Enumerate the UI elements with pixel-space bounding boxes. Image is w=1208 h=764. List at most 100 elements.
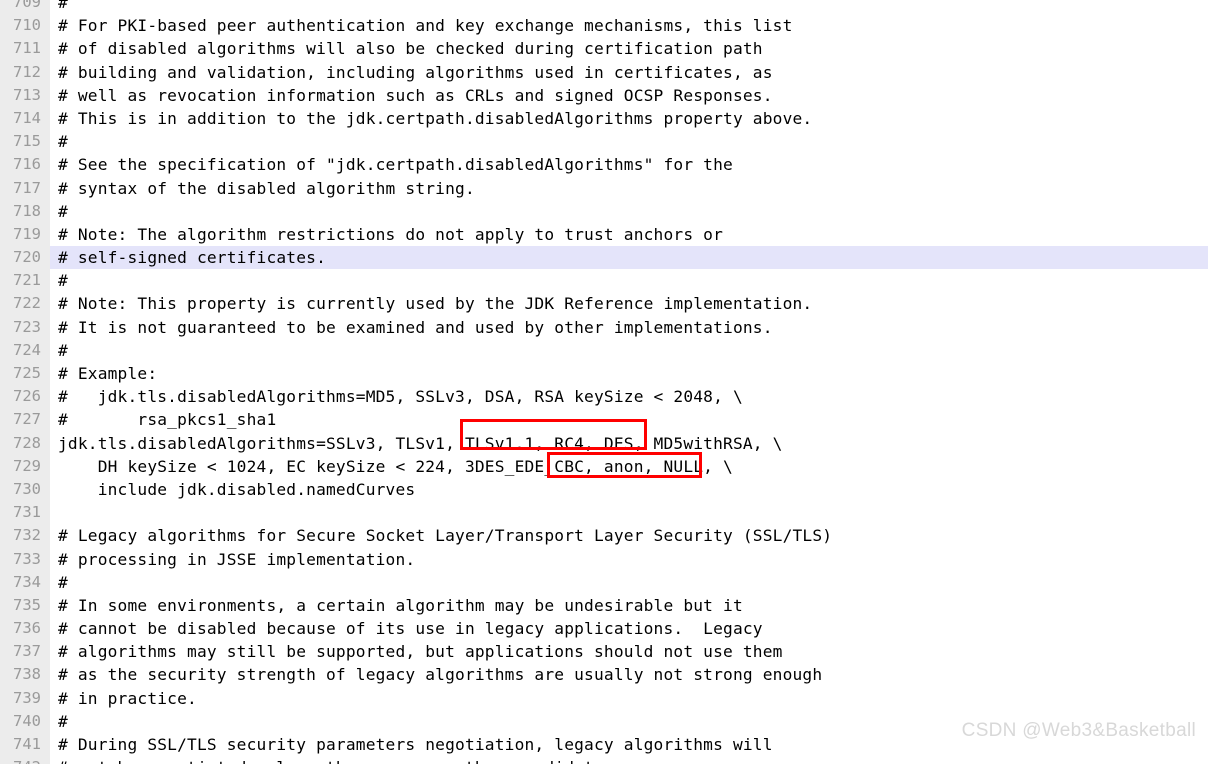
code-line-text[interactable]: # In some environments, a certain algori… — [50, 594, 1208, 617]
code-line-text[interactable]: # building and validation, including alg… — [50, 61, 1208, 84]
line-number: 738 — [0, 663, 50, 687]
line-number: 727 — [0, 408, 50, 432]
code-line[interactable]: 725 # Example: — [0, 362, 1208, 386]
code-line-text[interactable]: # as the security strength of legacy alg… — [50, 663, 1208, 686]
code-line-text[interactable]: # rsa_pkcs1_sha1 — [50, 408, 1208, 431]
code-line-text[interactable]: # cannot be disabled because of its use … — [50, 617, 1208, 640]
line-number: 741 — [0, 733, 50, 757]
code-line-text[interactable]: # For PKI-based peer authentication and … — [50, 14, 1208, 37]
code-line[interactable]: 733 # processing in JSSE implementation. — [0, 547, 1208, 571]
code-line[interactable]: 718 # — [0, 199, 1208, 223]
code-line[interactable]: 710 # For PKI-based peer authentication a… — [0, 14, 1208, 38]
code-line-text[interactable]: # self-signed certificates. — [50, 246, 1208, 269]
code-editor[interactable]: 709 #710 # For PKI-based peer authenticati… — [0, 0, 1208, 764]
line-number: 719 — [0, 222, 50, 247]
line-number: 712 — [0, 60, 50, 84]
line-number: 733 — [0, 547, 50, 571]
line-number: 730 — [0, 477, 50, 502]
code-line[interactable]: 721 # — [0, 269, 1208, 293]
code-line-text[interactable]: # This is in addition to the jdk.certpat… — [50, 107, 1208, 130]
line-number: 717 — [0, 176, 50, 200]
csdn-watermark: CSDN @Web3&Basketball — [961, 720, 1196, 741]
line-number: 721 — [0, 269, 50, 293]
line-number: 713 — [0, 83, 50, 107]
code-line-text[interactable]: # syntax of the disabled algorithm strin… — [50, 177, 1208, 200]
line-number: 739 — [0, 686, 50, 710]
code-line[interactable]: 709 # — [0, 0, 1208, 15]
code-line-text[interactable]: # — [50, 571, 1208, 594]
code-line[interactable]: 726 # jdk.tls.disabledAlgorithms=MD5, SSL… — [0, 385, 1208, 409]
code-line-text[interactable]: include jdk.disabled.namedCurves — [50, 478, 1208, 501]
code-line-text[interactable]: # — [50, 339, 1208, 362]
code-line-text[interactable]: # — [50, 269, 1208, 292]
line-number: 718 — [0, 199, 50, 223]
code-line-text[interactable]: # — [50, 130, 1208, 153]
code-line[interactable]: 719 # Note: The algorithm restrictions do… — [0, 222, 1208, 247]
code-line-text[interactable]: # algorithms may still be supported, but… — [50, 640, 1208, 663]
code-line[interactable]: 736 # cannot be disabled because of its u… — [0, 617, 1208, 641]
code-line-text[interactable]: # Note: The algorithm restrictions do no… — [50, 223, 1208, 246]
code-line-text[interactable]: # Note: This property is currently used … — [50, 292, 1208, 315]
line-number: 732 — [0, 524, 50, 548]
code-line-text[interactable]: # processing in JSSE implementation. — [50, 548, 1208, 571]
code-line[interactable]: 714 # This is in addition to the jdk.cert… — [0, 106, 1208, 131]
code-line[interactable]: 715 # — [0, 130, 1208, 154]
code-line[interactable]: 717 # syntax of the disabled algorithm st… — [0, 176, 1208, 200]
code-line[interactable]: 739 # in practice. — [0, 686, 1208, 710]
code-line[interactable]: 735 # In some environments, a certain alg… — [0, 593, 1208, 618]
code-line-text[interactable]: # Legacy algorithms for Secure Socket La… — [50, 524, 1208, 547]
line-number: 726 — [0, 385, 50, 409]
code-line-text[interactable]: # of disabled algorithms will also be ch… — [50, 37, 1208, 60]
code-line-text[interactable]: # — [50, 0, 1208, 14]
code-line-text[interactable]: # It is not guaranteed to be examined an… — [50, 316, 1208, 339]
code-line[interactable]: 730 include jdk.disabled.namedCurves — [0, 477, 1208, 502]
line-number: 728 — [0, 431, 50, 455]
code-line-text[interactable]: jdk.tls.disabledAlgorithms=SSLv3, TLSv1,… — [50, 432, 1208, 455]
code-line[interactable]: 729 DH keySize < 1024, EC keySize < 224,… — [0, 454, 1208, 478]
code-line[interactable]: 712 # building and validation, including … — [0, 60, 1208, 84]
code-line[interactable]: 727 # rsa_pkcs1_sha1 — [0, 408, 1208, 432]
code-line[interactable]: 742# not be negotiated unless there are … — [0, 756, 1208, 764]
code-line-text[interactable]: # Example: — [50, 362, 1208, 385]
code-line[interactable]: 728 jdk.tls.disabledAlgorithms=SSLv3, TLS… — [0, 431, 1208, 455]
code-line[interactable]: 734 # — [0, 570, 1208, 594]
line-number: 729 — [0, 454, 50, 478]
code-line-text[interactable]: # well as revocation information such as… — [50, 84, 1208, 107]
code-line[interactable]: 720 # self-signed certificates. — [0, 246, 1208, 270]
line-number: 737 — [0, 640, 50, 664]
code-line[interactable]: 724 # — [0, 338, 1208, 363]
line-number: 724 — [0, 338, 50, 363]
line-number: 711 — [0, 37, 50, 61]
line-number: 710 — [0, 14, 50, 38]
line-number: 734 — [0, 570, 50, 594]
code-line[interactable]: 723 # It is not guaranteed to be examined… — [0, 315, 1208, 339]
code-line[interactable]: 732 # Legacy algorithms for Secure Socket… — [0, 524, 1208, 548]
code-line-text[interactable]: # jdk.tls.disabledAlgorithms=MD5, SSLv3,… — [50, 385, 1208, 408]
line-number: 740 — [0, 709, 50, 734]
line-number: 742 — [0, 756, 50, 764]
code-line[interactable]: 731 — [0, 501, 1208, 525]
line-number: 723 — [0, 315, 50, 339]
code-line-text[interactable]: # not be negotiated unless there are no … — [50, 756, 1208, 764]
code-line[interactable]: 737 # algorithms may still be supported, … — [0, 640, 1208, 664]
line-number: 731 — [0, 501, 50, 525]
code-line-text[interactable]: DH keySize < 1024, EC keySize < 224, 3DE… — [50, 455, 1208, 478]
line-number: 725 — [0, 362, 50, 386]
code-line-text[interactable]: # See the specification of "jdk.certpath… — [50, 153, 1208, 176]
line-number: 735 — [0, 593, 50, 618]
code-content-area[interactable]: 709 #710 # For PKI-based peer authenticati… — [0, 0, 1208, 764]
line-number: 722 — [0, 292, 50, 316]
code-line[interactable]: 716 # See the specification of "jdk.certp… — [0, 153, 1208, 177]
line-number: 715 — [0, 130, 50, 154]
code-line[interactable]: 722 # Note: This property is currently us… — [0, 292, 1208, 316]
line-number: 720 — [0, 246, 50, 270]
code-line-text[interactable]: # — [50, 200, 1208, 223]
line-number: 716 — [0, 153, 50, 177]
line-number: 736 — [0, 617, 50, 641]
code-line[interactable]: 711 # of disabled algorithms will also be… — [0, 37, 1208, 61]
line-number: 714 — [0, 106, 50, 131]
code-line[interactable]: 738 # as the security strength of legacy … — [0, 663, 1208, 687]
line-number: 709 — [0, 0, 50, 15]
code-line-text[interactable]: # in practice. — [50, 687, 1208, 710]
code-line[interactable]: 713 # well as revocation information such… — [0, 83, 1208, 107]
